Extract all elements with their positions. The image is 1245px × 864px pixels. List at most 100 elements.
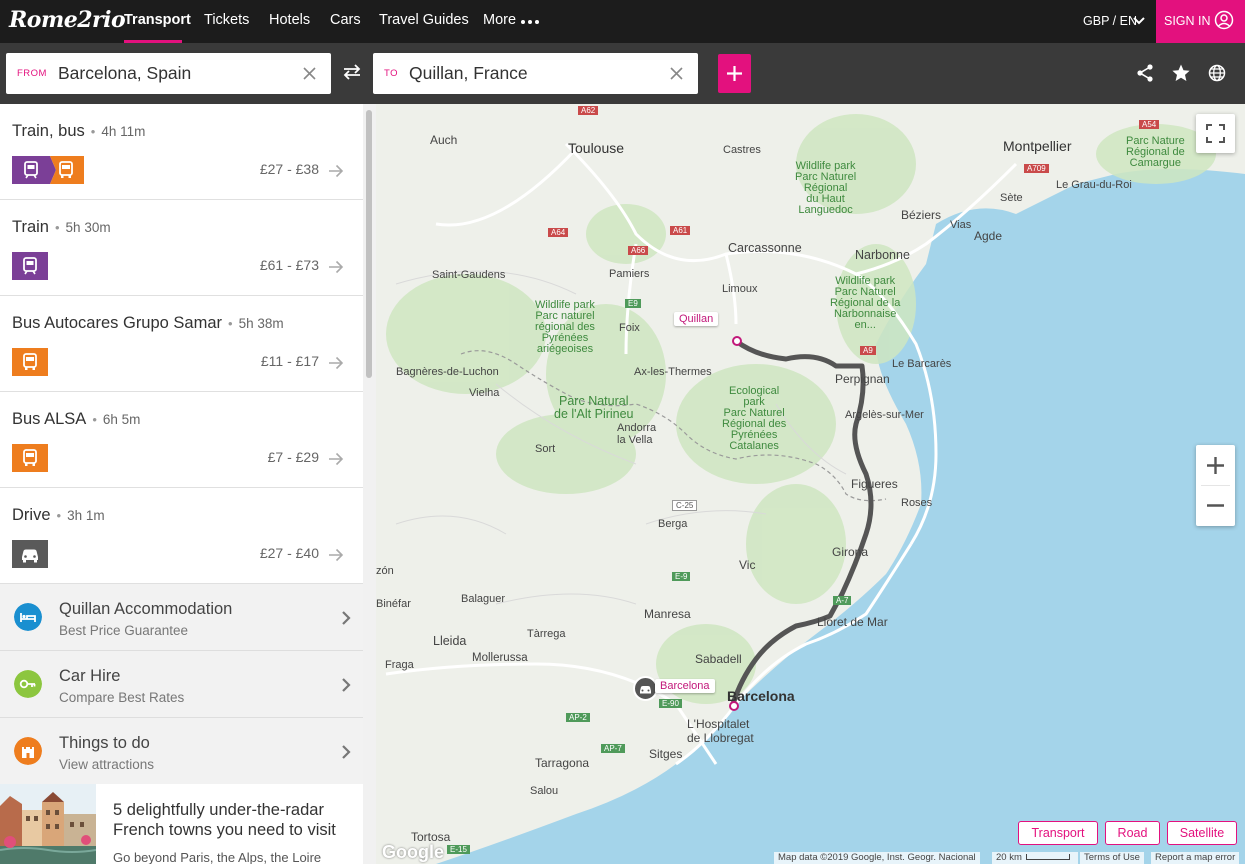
map-label: L'Hospitalet de Llobregat [687,717,754,745]
chevron-down-icon[interactable] [1133,15,1145,27]
map-label: Auch [430,133,458,147]
clear-to-icon[interactable] [669,66,684,81]
map-label: Bagnères-de-Luchon [396,366,499,378]
nav-more[interactable]: More [483,12,516,28]
arrow-right-icon [329,164,344,178]
rome2rio-logo[interactable]: Rome2rio [9,7,126,33]
route-price: £11 - £17 [260,353,319,369]
bus-badge-icon [12,444,48,472]
accommodation-link[interactable]: Quillan Accommodation Best Price Guarant… [0,584,363,651]
nav-travel-guides[interactable]: Travel Guides [379,12,469,28]
road-shield: E-9 [672,572,691,581]
fullscreen-button[interactable] [1196,114,1235,153]
share-icon[interactable] [1135,63,1155,83]
map-label: Narbonne [855,248,910,262]
to-input[interactable]: Quillan, France [409,63,528,84]
more-dots-icon[interactable] [521,20,539,24]
clear-from-icon[interactable] [302,66,317,81]
road-shield: A62 [578,106,599,115]
map-attribution: Map data ©2019 Google, Inst. Geogr. Naci… [774,852,980,864]
map-label: Argelès-sur-Mer [845,409,924,421]
from-input[interactable]: Barcelona, Spain [58,63,191,84]
report-map-error-link[interactable]: Report a map error [1151,852,1240,864]
route-option-drive[interactable]: Drive • 3h 1m £27 - £40 [0,488,363,584]
bus-badge-icon [12,348,48,376]
park-label: Ecological park Parc Naturel Régional de… [722,385,787,452]
route-price: £27 - £40 [259,545,319,561]
things-to-do-link[interactable]: Things to do View attractions [0,718,363,785]
origin-pin-label[interactable]: Barcelona [655,679,715,693]
route-option-train-bus[interactable]: Train, bus • 4h 11m £27 - £38 [0,104,363,200]
park-label: Parc Nature Régional de Camargue [1126,135,1185,169]
map-label: Tàrrega [527,628,566,640]
extra-title: Things to do [59,734,150,752]
map-type-satellite-button[interactable]: Satellite [1167,821,1237,845]
route-option-bus-samar[interactable]: Bus Autocares Grupo Samar • 5h 38m £11 - £… [0,296,363,392]
sign-in-label: SIGN IN [1164,14,1211,28]
map-type-road-button[interactable]: Road [1105,821,1160,845]
road-shield: A61 [670,226,691,235]
article-subtitle: Go beyond Paris, the Alps, the Loire [113,850,322,864]
nav-hotels[interactable]: Hotels [269,12,310,28]
map-label: Saint-Gaudens [432,269,506,281]
sign-in-button[interactable]: SIGN IN [1156,0,1245,43]
map-label: Binéfar [376,598,411,610]
travel-article-card[interactable]: 5 delightfully under-the-radar French to… [0,784,363,864]
route-map[interactable] [376,104,1245,864]
key-icon [14,670,42,698]
route-name: Drive [12,506,51,524]
extra-title: Car Hire [59,667,121,685]
nav-cars[interactable]: Cars [330,12,361,28]
map-label: Vielha [469,387,500,399]
map-label: Pamiers [609,268,650,280]
search-bar: FROM Barcelona, Spain TO Quillan, France [0,43,1245,104]
from-label: FROM [17,68,47,79]
currency-language-selector[interactable]: GBP / EN [1083,14,1137,28]
map-label: Andorra la Vella [617,422,657,446]
arrow-right-icon [329,356,344,370]
route-name: Train, bus [12,122,85,140]
zoom-in-icon[interactable] [1205,455,1226,476]
map-label: Vic [739,558,756,572]
nav-transport[interactable]: Transport [124,12,191,28]
add-destination-button[interactable] [718,54,751,93]
from-field[interactable]: FROM Barcelona, Spain [6,53,331,94]
extra-title: Quillan Accommodation [59,600,233,618]
road-shield: C-25 [672,500,698,511]
map-label: Barcelona [727,688,795,704]
globe-icon[interactable] [1207,63,1227,83]
car-hire-link[interactable]: Car Hire Compare Best Rates [0,651,363,718]
article-thumbnail-image [0,784,96,864]
plus-icon [727,66,742,81]
sidebar-scrollbar-thumb[interactable] [366,110,372,378]
route-option-train[interactable]: Train • 5h 30m £61 - £73 [0,200,363,296]
star-icon[interactable] [1171,63,1191,83]
destination-pin-label[interactable]: Quillan [674,312,719,326]
map-label: Roses [901,497,933,509]
road-shield: E-90 [659,699,682,708]
road-shield: A66 [628,246,649,255]
route-duration: 3h 1m [67,508,105,523]
route-name: Bus ALSA [12,410,87,428]
map-type-transport-button[interactable]: Transport [1018,821,1098,845]
extra-subtitle: View attractions [59,757,155,772]
zoom-out-icon[interactable] [1205,495,1226,516]
map-label: Foix [619,322,640,334]
park-label: Wildlife park Parc Naturel Régional du H… [795,160,857,216]
google-logo: Google [382,842,444,862]
map-scale[interactable]: 20 km [992,852,1078,864]
destination-marker[interactable] [732,336,742,346]
map-label: Vias [950,219,972,231]
route-price: £61 - £73 [259,257,319,273]
to-field[interactable]: TO Quillan, France [373,53,698,94]
map-label: Limoux [722,283,758,295]
road-shield: A54 [1139,120,1160,129]
map-label: Castres [723,144,761,156]
map-label: Salou [530,785,559,797]
route-option-bus-alsa[interactable]: Bus ALSA • 6h 5m £7 - £29 [0,392,363,488]
terms-link[interactable]: Terms of Use [1080,852,1144,864]
nav-tickets[interactable]: Tickets [204,12,249,28]
train-badge-icon [12,252,48,280]
swap-icon[interactable] [341,63,363,81]
arrow-right-icon [329,548,344,562]
